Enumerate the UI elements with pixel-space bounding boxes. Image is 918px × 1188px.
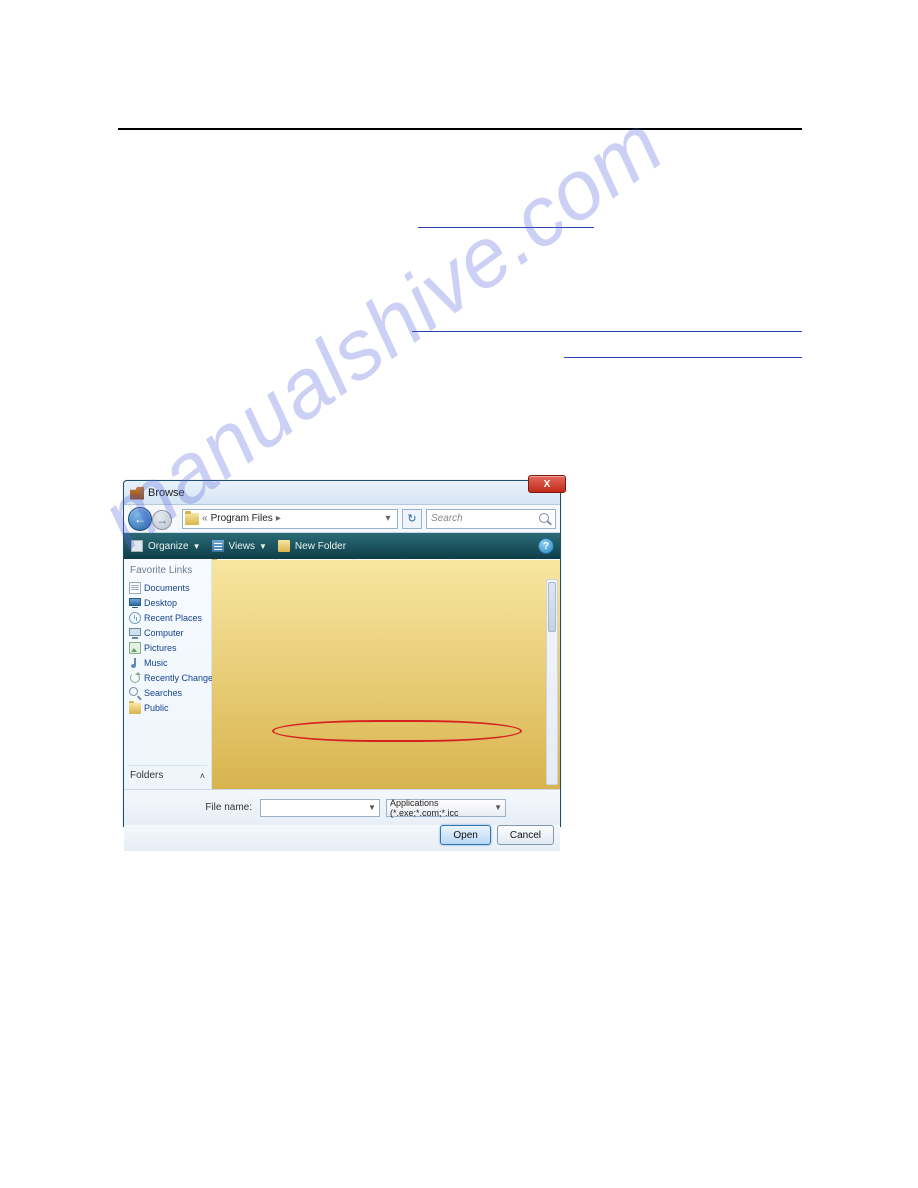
chevron-up-icon: ˄ [200, 771, 205, 781]
organize-button[interactable]: Organize ▼ [130, 539, 201, 553]
folder-icon [277, 539, 291, 553]
documents-icon [129, 582, 141, 594]
vertical-scrollbar[interactable] [546, 579, 558, 785]
page-link-2 [412, 318, 802, 332]
sidebar-item-recently-changed[interactable]: Recently Changed [128, 671, 207, 685]
nav-back-forward: ← → [128, 507, 178, 531]
sidebar-item-label: Documents [144, 583, 190, 593]
sidebar-item-desktop[interactable]: Desktop [128, 596, 207, 610]
search-icon [129, 687, 141, 699]
back-button[interactable]: ← [128, 507, 152, 531]
cancel-button[interactable]: Cancel [497, 825, 554, 845]
sidebar-item-label: Music [144, 658, 168, 668]
desktop-icon [129, 597, 141, 609]
file-list: Adobe ASUS ATKGFNEX Common Files FileZil… [212, 577, 560, 761]
sidebar-heading: Favorite Links [128, 563, 207, 580]
new-folder-button[interactable]: New Folder [277, 539, 346, 553]
sidebar-item-label: Pictures [144, 643, 177, 653]
file-pane: Name▲ Date modified Type Size Adobe ASUS… [212, 559, 560, 789]
forward-button[interactable]: → [152, 510, 172, 530]
breadcrumb-location[interactable]: Program Files [211, 513, 273, 524]
browse-dialog: Browse X ← → « Program Files ▸ ▾ ↻ Searc… [123, 480, 561, 827]
breadcrumb-dropdown[interactable]: ▾ [381, 513, 395, 524]
page-link-1 [418, 214, 594, 228]
folders-toggle[interactable]: Folders ˄ [128, 765, 207, 785]
folder-icon [216, 746, 229, 757]
breadcrumb[interactable]: « Program Files ▸ ▾ [182, 509, 398, 529]
organize-icon [130, 539, 144, 553]
search-placeholder: Search [431, 513, 463, 524]
refresh-button[interactable]: ↻ [402, 509, 422, 529]
page-link-3 [564, 344, 802, 358]
views-label: Views [229, 541, 256, 552]
views-button[interactable]: Views ▼ [211, 539, 267, 553]
chevron-down-icon: ▼ [193, 542, 201, 551]
breadcrumb-chevron[interactable]: ▸ [276, 513, 281, 524]
sidebar-item-label: Desktop [144, 598, 177, 608]
recently-changed-icon [129, 672, 141, 684]
refresh-icon: ↻ [407, 512, 416, 525]
sidebar-item-pictures[interactable]: Pictures [128, 641, 207, 655]
views-icon [211, 539, 225, 553]
scrollbar-thumb[interactable] [548, 582, 556, 632]
sidebar-item-computer[interactable]: Computer [128, 626, 207, 640]
sidebar-item-label: Searches [144, 688, 182, 698]
computer-icon [129, 627, 141, 639]
breadcrumb-sep: « [202, 513, 208, 524]
sidebar: Favorite Links Documents Desktop Recent … [124, 559, 212, 789]
window-title: Browse [148, 487, 185, 499]
search-icon [538, 512, 552, 526]
list-item[interactable]: K-Lite Codec Pack [216, 744, 556, 759]
page-horizontal-rule [118, 128, 802, 130]
sidebar-item-public[interactable]: Public [128, 701, 207, 715]
sidebar-item-searches[interactable]: Searches [128, 686, 207, 700]
folder-icon [185, 513, 199, 525]
chevron-down-icon[interactable]: ▼ [366, 801, 378, 815]
sidebar-item-label: Computer [144, 628, 184, 638]
folders-label: Folders [130, 770, 163, 781]
organize-label: Organize [148, 541, 189, 552]
body: Favorite Links Documents Desktop Recent … [124, 559, 560, 789]
open-button[interactable]: Open [440, 825, 490, 845]
filename-input[interactable] [260, 799, 380, 817]
pictures-icon [129, 642, 141, 654]
filetype-select[interactable]: Applications (*.exe;*.com;*.icc ▼ [386, 799, 506, 817]
close-button[interactable]: X [528, 475, 566, 493]
app-icon [130, 486, 144, 500]
filename-label: File name: [130, 802, 254, 813]
recent-icon [129, 612, 141, 624]
sidebar-item-music[interactable]: Music [128, 656, 207, 670]
help-button[interactable]: ? [538, 538, 554, 554]
sidebar-item-label: Recently Changed [144, 673, 218, 683]
filetype-label: Applications (*.exe;*.com;*.icc [390, 798, 494, 818]
music-icon [129, 657, 141, 669]
folder-icon [129, 702, 141, 714]
nav-row: ← → « Program Files ▸ ▾ ↻ Search [124, 505, 560, 533]
bottom-bar: File name: ▼ Applications (*.exe;*.com;*… [124, 789, 560, 825]
newfolder-label: New Folder [295, 541, 346, 552]
sidebar-item-recent-places[interactable]: Recent Places [128, 611, 207, 625]
button-row: Open Cancel [124, 825, 560, 851]
chevron-down-icon: ▼ [259, 542, 267, 551]
sidebar-item-documents[interactable]: Documents [128, 581, 207, 595]
search-input[interactable]: Search [426, 509, 556, 529]
sidebar-item-label: Public [144, 703, 169, 713]
chevron-down-icon: ▼ [494, 803, 502, 812]
toolbar: Organize ▼ Views ▼ New Folder ? [124, 533, 560, 559]
sidebar-item-label: Recent Places [144, 613, 202, 623]
titlebar: Browse X [124, 481, 560, 505]
